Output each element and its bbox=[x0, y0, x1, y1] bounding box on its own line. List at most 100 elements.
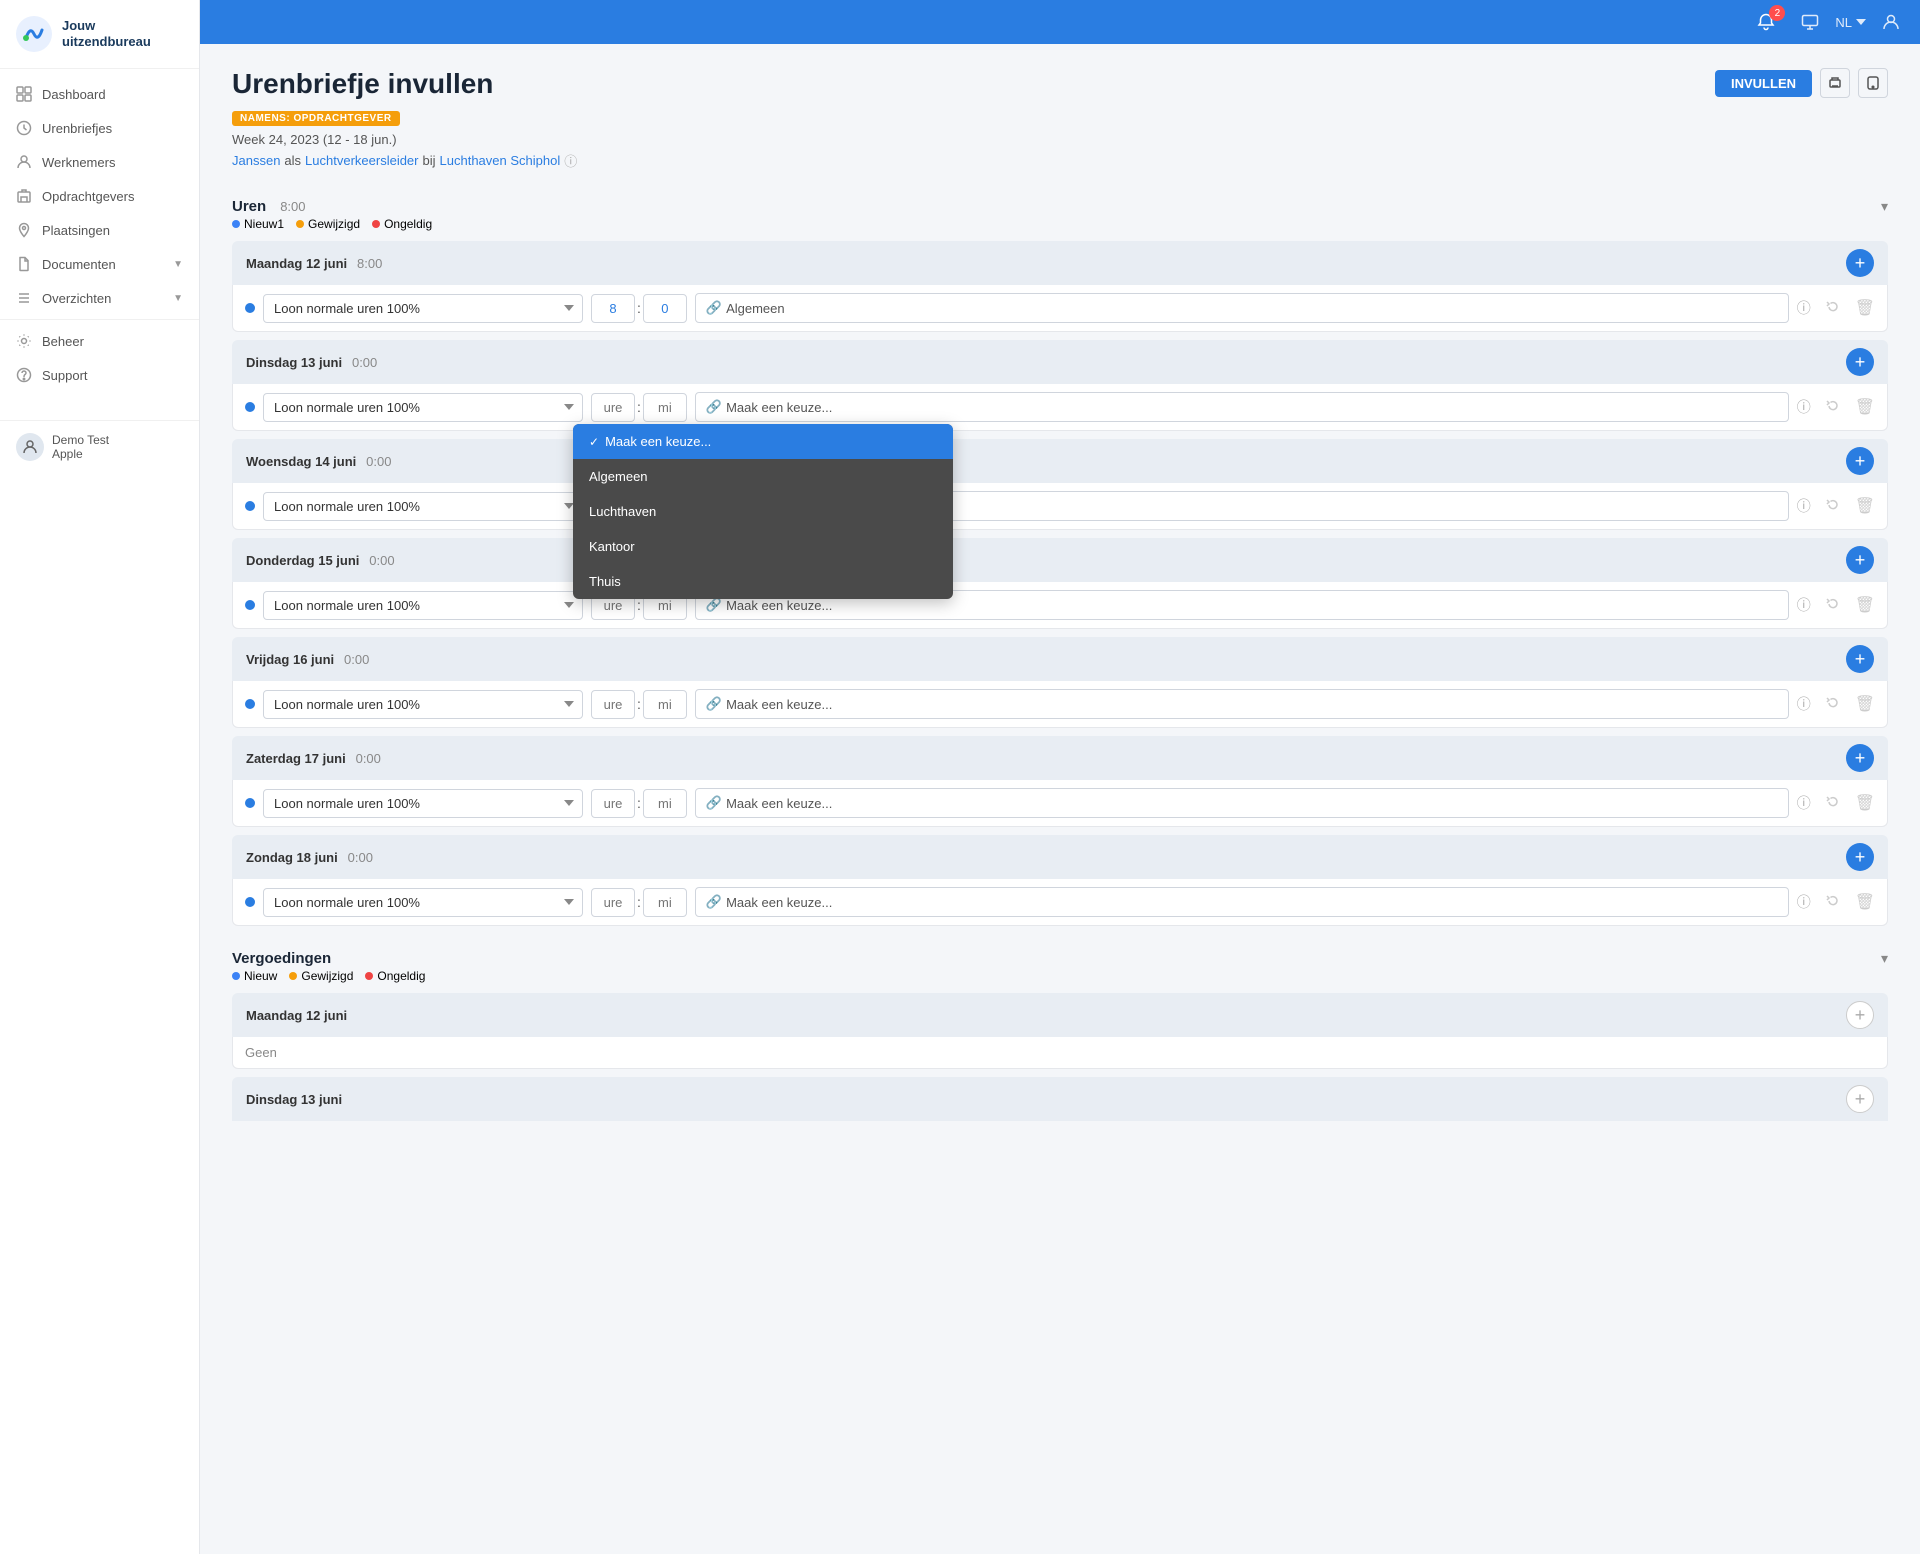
chevron-down-icon-2: ▼ bbox=[173, 293, 183, 304]
dropdown-item-1[interactable]: Algemeen bbox=[573, 459, 953, 494]
min-input-maandag[interactable] bbox=[643, 294, 687, 323]
hours-input-zaterdag[interactable] bbox=[591, 789, 635, 818]
hours-input-vrijdag[interactable] bbox=[591, 690, 635, 719]
loon-select-dinsdag[interactable]: Loon normale uren 100% bbox=[263, 393, 583, 422]
day-row-maandag: Loon normale uren 100% : 🔗 Algemeen ⓘ 🗑 bbox=[232, 285, 1888, 332]
reset-button-woensdag[interactable] bbox=[1819, 492, 1847, 520]
min-input-vrijdag[interactable] bbox=[643, 690, 687, 719]
time-group-dinsdag: : bbox=[591, 393, 687, 422]
dropdown-item-4[interactable]: Thuis bbox=[573, 564, 953, 599]
add-entry-maandag[interactable]: + bbox=[1846, 249, 1874, 277]
dropdown-item-3[interactable]: Kantoor bbox=[573, 529, 953, 564]
add-entry-zondag[interactable]: + bbox=[1846, 843, 1874, 871]
day-name-dinsdag: Dinsdag 13 juni bbox=[246, 355, 342, 370]
dropdown-item-0[interactable]: ✓ Maak een keuze... bbox=[573, 424, 953, 459]
delete-button-maandag[interactable]: 🗑 bbox=[1855, 298, 1875, 318]
sidebar-label-opdrachtgevers: Opdrachtgevers bbox=[42, 189, 135, 204]
mobile-icon bbox=[1867, 76, 1879, 90]
add-entry-dinsdag[interactable]: + bbox=[1846, 348, 1874, 376]
user-icon[interactable] bbox=[1882, 13, 1900, 31]
location-select-zaterdag[interactable]: 🔗 Maak een keuze... bbox=[695, 788, 1789, 818]
info-button-dinsdag[interactable]: ⓘ bbox=[1797, 397, 1811, 417]
delete-button-woensdag[interactable]: 🗑 bbox=[1855, 496, 1875, 516]
add-entry-donderdag[interactable]: + bbox=[1846, 546, 1874, 574]
avatar bbox=[16, 433, 44, 461]
help-icon bbox=[16, 367, 32, 383]
reset-button-zondag[interactable] bbox=[1819, 888, 1847, 916]
sidebar-item-beheer[interactable]: Beheer bbox=[0, 324, 199, 358]
day-header-dinsdag: Dinsdag 13 juni 0:00 + bbox=[232, 340, 1888, 384]
verg-add-maandag[interactable]: + bbox=[1846, 1001, 1874, 1029]
reset-button-donderdag[interactable] bbox=[1819, 591, 1847, 619]
sidebar-item-support[interactable]: Support bbox=[0, 358, 199, 392]
uren-title: Uren bbox=[232, 198, 266, 215]
info-button-zaterdag[interactable]: ⓘ bbox=[1797, 793, 1811, 813]
reset-button-vrijdag[interactable] bbox=[1819, 690, 1847, 718]
verg-block-dinsdag: Dinsdag 13 juni + bbox=[232, 1077, 1888, 1121]
employer-link[interactable]: Luchthaven Schiphol bbox=[440, 153, 561, 168]
screen-icon[interactable] bbox=[1801, 13, 1819, 31]
info-button-woensdag[interactable]: ⓘ bbox=[1797, 496, 1811, 516]
reset-button-dinsdag[interactable] bbox=[1819, 393, 1847, 421]
day-row-zaterdag: Loon normale uren 100% : 🔗 Maak een keuz… bbox=[232, 780, 1888, 827]
location-select-dinsdag[interactable]: 🔗 Maak een keuze... bbox=[695, 392, 1789, 422]
hours-input-zondag[interactable] bbox=[591, 888, 635, 917]
role-link[interactable]: Luchtverkeersleider bbox=[305, 153, 418, 168]
info-button-zondag[interactable]: ⓘ bbox=[1797, 892, 1811, 912]
vergoedingen-collapse-icon[interactable]: ▾ bbox=[1881, 950, 1888, 967]
employee-link[interactable]: Janssen bbox=[232, 153, 280, 168]
status-dot-zondag bbox=[245, 897, 255, 907]
delete-button-vrijdag[interactable]: 🗑 bbox=[1855, 694, 1875, 714]
info-button-maandag[interactable]: ⓘ bbox=[1797, 298, 1811, 318]
loon-select-maandag[interactable]: Loon normale uren 100% bbox=[263, 294, 583, 323]
info-button-vrijdag[interactable]: ⓘ bbox=[1797, 694, 1811, 714]
delete-button-zaterdag[interactable]: 🗑 bbox=[1855, 793, 1875, 813]
sidebar-item-opdrachtgevers[interactable]: Opdrachtgevers bbox=[0, 179, 199, 213]
location-select-maandag[interactable]: 🔗 Algemeen bbox=[695, 293, 1789, 323]
delete-button-donderdag[interactable]: 🗑 bbox=[1855, 595, 1875, 615]
vergoedingen-section: Vergoedingen ▾ Nieuw Gewijzigd Ongeldig … bbox=[232, 950, 1888, 1121]
sidebar-item-plaatsingen[interactable]: Plaatsingen bbox=[0, 213, 199, 247]
add-entry-zaterdag[interactable]: + bbox=[1846, 744, 1874, 772]
sidebar-item-urenbriefjes[interactable]: Urenbriefjes bbox=[0, 111, 199, 145]
day-block-woensdag: Woensdag 14 juni 0:00 + Loon normale ure… bbox=[232, 439, 1888, 530]
dropdown-item-2[interactable]: Luchthaven bbox=[573, 494, 953, 529]
delete-button-dinsdag[interactable]: 🗑 bbox=[1855, 397, 1875, 417]
print-button[interactable] bbox=[1820, 68, 1850, 98]
add-entry-vrijdag[interactable]: + bbox=[1846, 645, 1874, 673]
location-select-zondag[interactable]: 🔗 Maak een keuze... bbox=[695, 887, 1789, 917]
hours-input-maandag[interactable] bbox=[591, 294, 635, 323]
min-input-dinsdag[interactable] bbox=[643, 393, 687, 422]
info-icon[interactable]: ⓘ bbox=[564, 151, 577, 170]
mobile-button[interactable] bbox=[1858, 68, 1888, 98]
sidebar-label-plaatsingen: Plaatsingen bbox=[42, 223, 110, 238]
nav-main: Dashboard Urenbriefjes Werknemers Opdrac… bbox=[0, 69, 199, 400]
min-input-zaterdag[interactable] bbox=[643, 789, 687, 818]
invullen-button[interactable]: INVULLEN bbox=[1715, 70, 1812, 97]
sidebar-item-dashboard[interactable]: Dashboard bbox=[0, 77, 199, 111]
lang-selector[interactable]: NL bbox=[1835, 15, 1866, 30]
delete-button-zondag[interactable]: 🗑 bbox=[1855, 892, 1875, 912]
min-input-zondag[interactable] bbox=[643, 888, 687, 917]
loon-select-zondag[interactable]: Loon normale uren 100% bbox=[263, 888, 583, 917]
info-button-donderdag[interactable]: ⓘ bbox=[1797, 595, 1811, 615]
user-section[interactable]: Demo Test Apple bbox=[0, 420, 199, 473]
loon-select-vrijdag[interactable]: Loon normale uren 100% bbox=[263, 690, 583, 719]
clock-icon bbox=[16, 120, 32, 136]
notification-group[interactable]: 2 bbox=[1757, 13, 1785, 31]
reset-button-zaterdag[interactable] bbox=[1819, 789, 1847, 817]
sidebar-item-werknemers[interactable]: Werknemers bbox=[0, 145, 199, 179]
verg-add-dinsdag[interactable]: + bbox=[1846, 1085, 1874, 1113]
sidebar-item-documenten[interactable]: Documenten ▼ bbox=[0, 247, 199, 281]
location-select-vrijdag[interactable]: 🔗 Maak een keuze... bbox=[695, 689, 1789, 719]
loon-select-donderdag[interactable]: Loon normale uren 100% bbox=[263, 591, 583, 620]
hours-input-dinsdag[interactable] bbox=[591, 393, 635, 422]
loon-select-zaterdag[interactable]: Loon normale uren 100% bbox=[263, 789, 583, 818]
status-dot-vrijdag bbox=[245, 699, 255, 709]
add-entry-woensdag[interactable]: + bbox=[1846, 447, 1874, 475]
sidebar-item-overzichten[interactable]: Overzichten ▼ bbox=[0, 281, 199, 315]
uren-collapse-icon[interactable]: ▾ bbox=[1881, 198, 1888, 215]
reset-button-maandag[interactable] bbox=[1819, 294, 1847, 322]
day-header-vrijdag: Vrijdag 16 juni 0:00 + bbox=[232, 637, 1888, 681]
loon-select-woensdag[interactable]: Loon normale uren 100% bbox=[263, 492, 583, 521]
